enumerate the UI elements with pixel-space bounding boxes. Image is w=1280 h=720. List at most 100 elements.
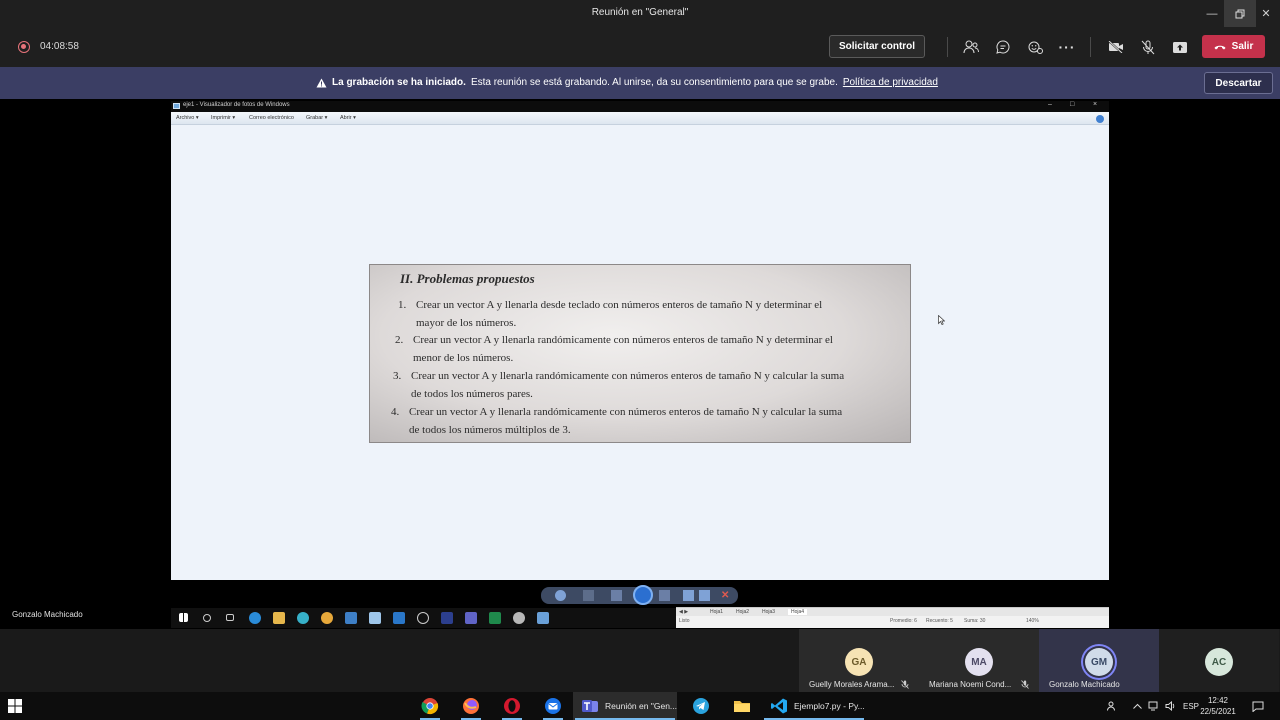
title-bar: Reunión en "General" — ✕ <box>0 0 1280 27</box>
participant-tile[interactable]: GA Guelly Morales Arama... <box>799 629 919 692</box>
problem-photo: II. Problemas propuestos 1. Crear un vec… <box>369 264 911 443</box>
photo-viewer-titlebar: eje1 - Visualizador de fotos de Windows … <box>171 101 1109 112</box>
excel-count: Recuento: 5 <box>926 618 953 624</box>
vscode-taskbar-label: Ejemplo7.py - Py... <box>794 701 865 711</box>
excel-zoom: 140% <box>1026 618 1039 624</box>
recording-timer: 04:08:58 <box>40 41 79 52</box>
firefox-icon[interactable] <box>459 692 483 720</box>
viewer-minimize-icon: – <box>1048 101 1052 108</box>
network-icon[interactable] <box>1148 692 1160 720</box>
slideshow-icon <box>633 585 653 605</box>
avatar: AC <box>1205 648 1233 676</box>
sheet-nav-icon: ◀ ▶ <box>679 609 689 615</box>
more-icon[interactable]: ··· <box>1056 36 1078 58</box>
people-icon[interactable] <box>1107 692 1117 720</box>
notifications-icon[interactable] <box>1252 692 1264 720</box>
avatar: GA <box>845 648 873 676</box>
close-icon[interactable]: ✕ <box>1250 0 1280 27</box>
next-icon <box>659 590 670 601</box>
viewer-close-icon: × <box>1093 101 1098 108</box>
privacy-policy-link[interactable]: Política de privacidad <box>843 77 938 88</box>
remote-photoshop-icon <box>441 612 453 624</box>
participant-name: Gonzalo Machicado <box>1049 680 1120 689</box>
problem-item: 1. Crear un vector A y llenarla desde te… <box>398 299 823 329</box>
camera-off-icon[interactable] <box>1105 36 1127 58</box>
participant-strip: GA Guelly Morales Arama... MA Mariana No… <box>0 629 1280 692</box>
remote-photos-icon <box>537 612 549 624</box>
participant-name: Mariana Noemi Cond... <box>929 680 1012 689</box>
remote-teams-icon <box>465 612 477 624</box>
reactions-icon[interactable] <box>1024 36 1046 58</box>
zoom-icon <box>555 590 566 601</box>
menu-grabar: Grabar ▾ <box>306 115 328 121</box>
menu-imprimir: Imprimir ▾ <box>211 115 236 121</box>
rotate-right-icon <box>699 590 710 601</box>
chrome-icon[interactable] <box>418 692 442 720</box>
vscode-taskbar-item[interactable]: Ejemplo7.py - Py... <box>762 692 866 720</box>
volume-icon[interactable] <box>1165 692 1177 720</box>
recording-started-text: La grabación se ha iniciado. <box>332 77 466 88</box>
participant-tile[interactable]: MA Mariana Noemi Cond... <box>919 629 1039 692</box>
remote-app-icon <box>369 612 381 624</box>
excel-status-bar: ◀ ▶ Hoja1 Hoja2 Hoja3 Hoja4 Listo Promed… <box>676 607 1109 628</box>
meeting-toolbar: 04:08:58 Solicitar control ··· Salir <box>0 27 1280 67</box>
chevron-up-icon[interactable] <box>1133 692 1142 720</box>
system-clock[interactable]: 12:42 22/5/2021 <box>1196 695 1240 717</box>
remote-taskview-icon <box>226 614 234 621</box>
toolbar-divider <box>947 37 948 57</box>
sheet-tab-active: Hoja4 <box>788 609 808 615</box>
request-control-button[interactable]: Solicitar control <box>829 35 925 58</box>
menu-archivo: Archivo ▾ <box>176 115 199 121</box>
recording-icon <box>18 41 30 53</box>
menu-correo: Correo electrónico <box>249 115 294 121</box>
remote-chrome-icon <box>321 612 333 624</box>
mic-muted-icon <box>1021 680 1029 691</box>
leave-button[interactable]: Salir <box>1202 35 1265 58</box>
fit-icon <box>583 590 594 601</box>
remote-taskbar <box>171 608 676 628</box>
teams-taskbar-item[interactable]: Reunión en "Gen... <box>573 692 677 720</box>
recording-consent-text: Esta reunión se está grabando. Al unirse… <box>470 77 838 88</box>
previous-icon <box>611 590 622 601</box>
windows-taskbar: Reunión en "Gen... Ejemplo7.py - Py... E… <box>0 692 1280 720</box>
photo-title: II. Problemas propuestos <box>400 271 535 286</box>
file-explorer-icon[interactable] <box>730 692 754 720</box>
sheet-tab: Hoja3 <box>762 609 776 615</box>
mic-off-icon[interactable] <box>1137 36 1159 58</box>
menu-abrir: Abrir ▾ <box>340 115 356 121</box>
phone-hangup-icon <box>1214 45 1226 49</box>
share-icon[interactable] <box>1169 36 1191 58</box>
excel-average: Promedio: 6 <box>890 618 917 624</box>
remote-search-icon <box>203 614 211 622</box>
remote-vscode-icon <box>393 612 405 624</box>
telegram-icon[interactable] <box>689 692 713 720</box>
chat-icon[interactable] <box>992 36 1014 58</box>
avatar: GM <box>1085 648 1113 676</box>
delete-icon: ✕ <box>721 590 730 601</box>
dismiss-button[interactable]: Descartar <box>1204 72 1273 94</box>
help-icon <box>1096 115 1104 123</box>
clock-date: 22/5/2021 <box>1200 707 1236 716</box>
problem-item: 4. Crear un vector A y llenarla randómic… <box>391 406 843 436</box>
recording-message: La grabación se ha iniciado. Esta reunió… <box>316 77 938 88</box>
remote-edge-icon <box>249 612 261 624</box>
start-icon[interactable] <box>8 692 26 720</box>
toolbar-divider <box>1090 37 1091 57</box>
photo-viewer-menubar: Archivo ▾ Imprimir ▾ Correo electrónico … <box>171 112 1109 125</box>
remote-settings-icon <box>513 612 525 624</box>
warning-icon <box>316 78 327 87</box>
mail-icon[interactable] <box>541 692 565 720</box>
remote-start-icon <box>179 613 188 622</box>
participant-name: Guelly Morales Arama... <box>809 680 895 689</box>
photo-viewer-controls: ✕ <box>541 585 738 605</box>
excel-sheet-tabs: ◀ ▶ Hoja1 Hoja2 Hoja3 Hoja4 <box>676 608 1109 616</box>
participant-tile-speaking[interactable]: GM Gonzalo Machicado <box>1039 629 1159 692</box>
participant-tile[interactable]: AC <box>1159 629 1279 692</box>
remote-edge-new-icon <box>297 612 309 624</box>
excel-ready-status: Listo <box>679 618 690 624</box>
leave-label: Salir <box>1231 41 1254 52</box>
participants-icon[interactable] <box>960 36 982 58</box>
window-title: Reunión en "General" <box>591 7 689 18</box>
opera-icon[interactable] <box>500 692 524 720</box>
photo-viewer-app-icon <box>173 103 180 109</box>
